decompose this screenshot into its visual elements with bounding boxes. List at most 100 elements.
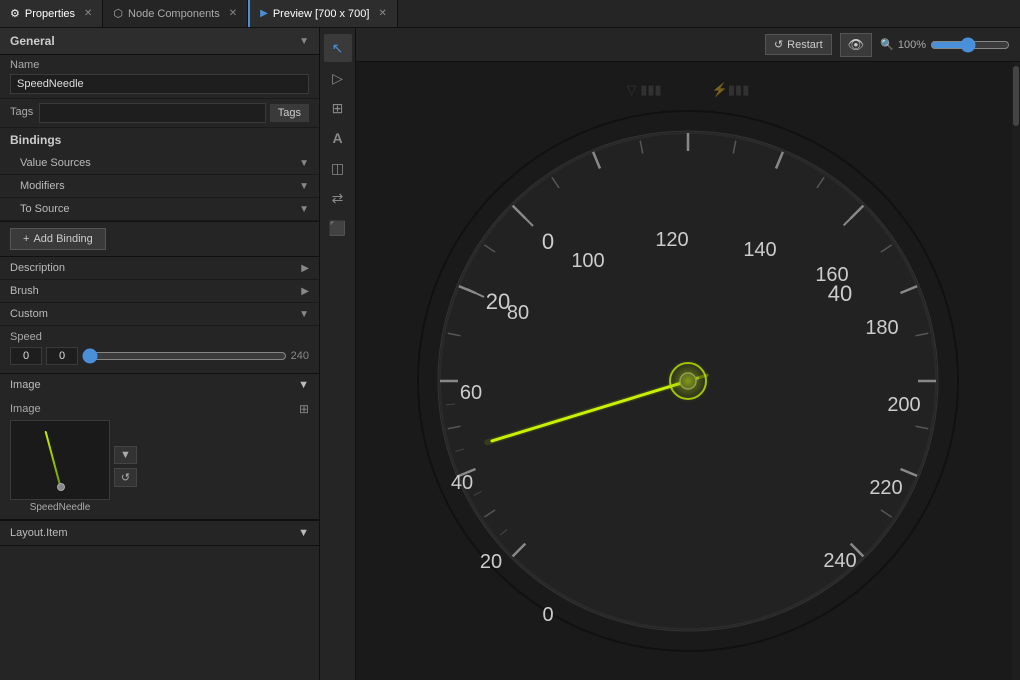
image-field-label: Image [10, 403, 41, 415]
properties-tab-label: Properties [25, 8, 75, 20]
tab-node-components[interactable]: ⬡ Node Components ✕ [103, 0, 248, 27]
layout-item-chevron-icon: ▼ [298, 527, 309, 539]
add-binding-plus-icon: + [23, 233, 29, 245]
tags-label: Tags [10, 106, 33, 118]
node-components-tab-label: Node Components [128, 8, 220, 20]
right-panel: ↺ Restart 👁 🔍 100% ▽ ▮▮▮ ⚡▮▮▮ [356, 28, 1020, 680]
image-section-chevron-icon: ▼ [298, 379, 309, 391]
label-0: 0 [542, 229, 554, 254]
speed-section: Speed 240 [0, 326, 319, 374]
restart-button[interactable]: ↺ Restart [765, 34, 832, 55]
zoom-slider[interactable] [930, 37, 1010, 53]
speedometer-svg: 0 20 40 0 20 [388, 81, 988, 661]
label-100b: 100 [571, 250, 604, 272]
sidebar-icon-share[interactable]: ⇄ [324, 184, 352, 212]
sidebar-icon-layers[interactable]: ◫ [324, 154, 352, 182]
node-components-tab-close[interactable]: ✕ [229, 8, 237, 19]
preview-scrollbar[interactable] [1012, 62, 1020, 680]
image-thumbnail [10, 420, 110, 500]
image-dropdown-btn[interactable]: ▼ [114, 446, 137, 464]
label-200b: 200 [887, 394, 920, 416]
custom-row[interactable]: Custom ▼ [0, 303, 319, 326]
cursor-icon: ▷ [332, 70, 343, 87]
label-220b: 220 [869, 477, 902, 499]
left-sidebar: ↖ ▷ ⊞ A ◫ ⇄ ⬛ [320, 28, 356, 680]
properties-tab-close[interactable]: ✕ [84, 8, 92, 19]
modifiers-chevron-icon: ▼ [299, 181, 309, 192]
add-binding-row: + Add Binding [0, 222, 319, 257]
image-thumb-label: SpeedNeedle [30, 502, 91, 513]
label-120b: 120 [655, 229, 688, 251]
tags-button[interactable]: Tags [270, 104, 309, 122]
left-panel-scroll[interactable]: Name Tags Tags Bindings Value Sources ▼ [0, 55, 319, 680]
general-section-header[interactable]: General ▼ [0, 28, 319, 55]
eye-icon: 👁 [848, 37, 865, 52]
label-60b: 60 [460, 382, 482, 404]
speed-val-input[interactable] [46, 347, 78, 365]
tab-properties[interactable]: ⚙ Properties ✕ [0, 0, 103, 27]
brush-label: Brush [10, 285, 39, 297]
to-source-row[interactable]: To Source ▼ [0, 198, 319, 221]
name-field-row: Name [0, 55, 319, 99]
scrollbar-thumb[interactable] [1013, 66, 1019, 126]
brush-row[interactable]: Brush ▶ [0, 280, 319, 303]
label-180b: 180 [865, 317, 898, 339]
needle-preview [45, 431, 62, 489]
layout-item-label: Layout.Item [10, 527, 67, 539]
value-sources-chevron-icon: ▼ [299, 158, 309, 169]
zoom-control: 🔍 100% [880, 37, 1010, 53]
value-sources-row[interactable]: Value Sources ▼ [0, 152, 319, 175]
speed-controls: 240 [10, 347, 309, 365]
general-chevron-icon: ▼ [299, 36, 309, 47]
tags-input[interactable] [39, 103, 266, 123]
name-input[interactable] [10, 74, 309, 94]
pointer-icon: ↖ [332, 40, 344, 57]
image-section-header[interactable]: Image ▼ [0, 374, 319, 396]
sidebar-icon-text[interactable]: A [324, 124, 352, 152]
add-binding-button[interactable]: + Add Binding [10, 228, 106, 250]
description-row[interactable]: Description ▶ [0, 257, 319, 280]
camera-icon: ⬛ [329, 220, 346, 237]
preview-toolbar: ↺ Restart 👁 🔍 100% [356, 28, 1020, 62]
label-160b: 160 [815, 264, 848, 286]
image-content: Image ⊞ SpeedNeedle ▼ [0, 396, 319, 520]
label-20b: 20 [480, 551, 502, 573]
preview-tab-label: Preview [700 x 700] [273, 8, 370, 20]
preview-canvas[interactable]: ▽ ▮▮▮ ⚡▮▮▮ [356, 62, 1020, 680]
sidebar-icon-pointer[interactable]: ↖ [324, 34, 352, 62]
sidebar-icon-cursor[interactable]: ▷ [324, 64, 352, 92]
sidebar-icon-grid[interactable]: ⊞ [324, 94, 352, 122]
restart-icon: ↺ [774, 38, 783, 51]
general-label: General [10, 34, 55, 48]
custom-label: Custom [10, 308, 48, 320]
tags-row: Tags Tags [0, 99, 319, 128]
speed-min-input[interactable] [10, 347, 42, 365]
value-sources-label: Value Sources [20, 157, 91, 169]
label-40b: 40 [451, 472, 473, 494]
brush-arrow-icon: ▶ [301, 286, 309, 297]
speedometer-container: 0 20 40 0 20 [388, 81, 988, 661]
image-label-row: Image ⊞ [10, 402, 309, 416]
node-components-tab-icon: ⬡ [113, 7, 123, 20]
tab-bar: ⚙ Properties ✕ ⬡ Node Components ✕ ▶ Pre… [0, 0, 1020, 28]
add-binding-label: Add Binding [33, 233, 92, 245]
image-reset-btn[interactable]: ↺ [114, 468, 137, 487]
preview-tab-close[interactable]: ✕ [378, 8, 386, 19]
to-source-label: To Source [20, 203, 70, 215]
sidebar-icon-camera[interactable]: ⬛ [324, 214, 352, 242]
modifiers-row[interactable]: Modifiers ▼ [0, 175, 319, 198]
restart-label: Restart [787, 39, 822, 51]
layout-item-section[interactable]: Layout.Item ▼ [0, 521, 319, 546]
speed-slider[interactable] [82, 348, 287, 364]
image-picker-icon[interactable]: ⊞ [299, 402, 309, 416]
image-thumbnail-row: SpeedNeedle ▼ ↺ [10, 420, 309, 513]
left-panel: General ▼ Name Tags Tags Bindings V [0, 28, 320, 680]
label-80b: 80 [507, 302, 529, 324]
preview-tab-icon: ▶ [260, 8, 268, 19]
modifiers-label: Modifiers [20, 180, 65, 192]
name-label: Name [10, 59, 309, 71]
bluetooth-icon: ⚡▮▮▮ [712, 82, 750, 98]
label-0b: 0 [542, 604, 553, 626]
eye-button[interactable]: 👁 [840, 33, 873, 57]
tab-preview[interactable]: ▶ Preview [700 x 700] ✕ [248, 0, 398, 27]
